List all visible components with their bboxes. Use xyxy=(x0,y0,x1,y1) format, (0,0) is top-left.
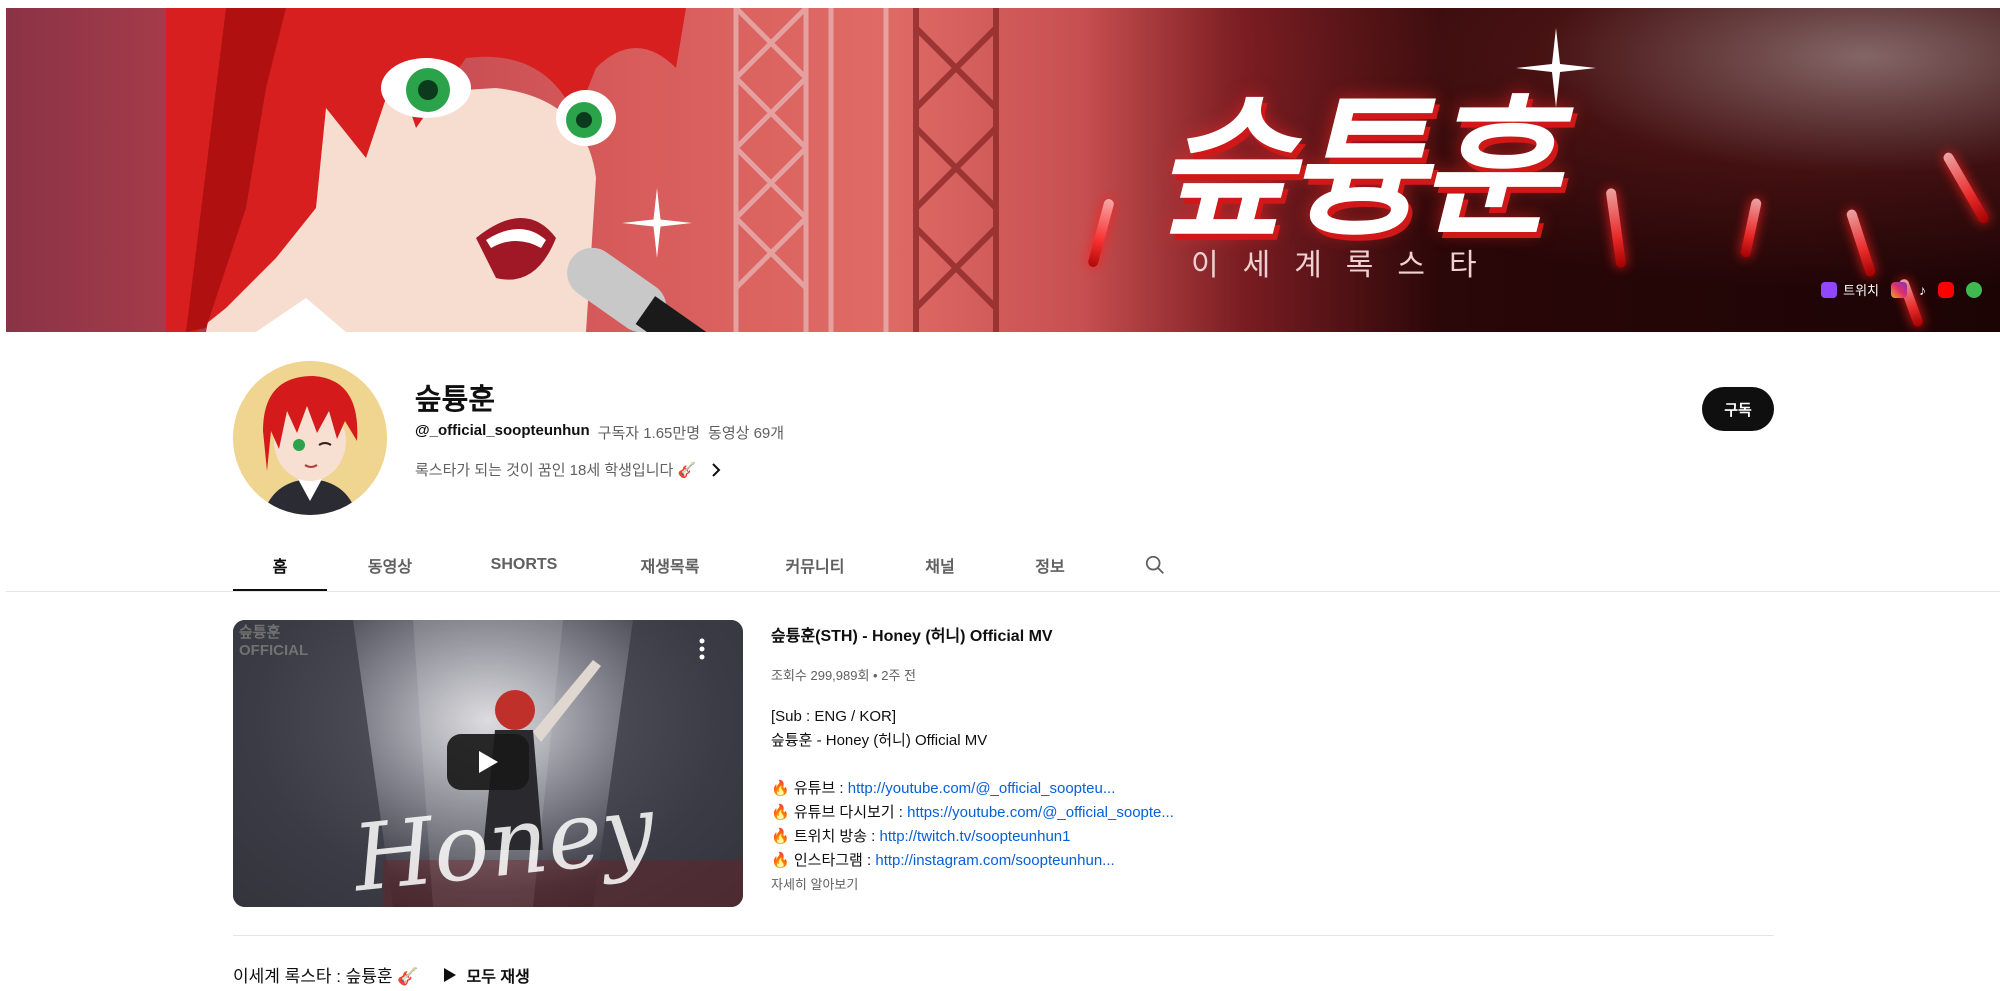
tab-playlists[interactable]: 재생목록 xyxy=(595,538,745,592)
play-all-button[interactable]: 모두 재생 xyxy=(443,963,530,987)
chevron-right-icon xyxy=(712,462,721,477)
tabs-divider xyxy=(6,591,2000,592)
tab-about[interactable]: 정보 xyxy=(995,538,1105,592)
instagram-link[interactable]: http://instagram.com/soopteunhun... xyxy=(875,852,1114,869)
twitch-icon xyxy=(1821,281,1838,298)
banner-link-youtube[interactable] xyxy=(1938,281,1954,298)
banner-link-twitch[interactable]: 트위치 xyxy=(1821,280,1879,299)
instagram-icon xyxy=(1891,281,1907,298)
read-more-link[interactable]: 자세히 알아보기 xyxy=(771,873,1174,897)
channel-name: 슾튱훈 xyxy=(415,384,496,416)
subscribe-button[interactable]: 구독 xyxy=(1702,387,1774,431)
tiktok-icon: ♪ xyxy=(1919,281,1926,298)
channel-banner: 슾튱훈 이세계록스타 트위치 ♪ xyxy=(6,8,2000,332)
desc-line: 🔥 유튜브 다시보기 : https://youtube.com/@_offic… xyxy=(771,804,1174,821)
subscriber-count: 구독자 1.65만명 xyxy=(597,425,701,442)
desc-line: 🔥 유튜브 : http://youtube.com/@_official_so… xyxy=(771,780,1116,797)
youtube-icon xyxy=(1938,281,1954,298)
youtube-link[interactable]: http://youtube.com/@_official_soopteu... xyxy=(848,780,1116,797)
featured-video-title[interactable]: 슾튱훈(STH) - Honey (허니) Official MV xyxy=(771,622,1053,646)
channel-tabs: 홈 동영상 SHORTS 재생목록 커뮤니티 채널 정보 xyxy=(233,538,1205,592)
twitch-link[interactable]: http://twitch.tv/soopteunhun1 xyxy=(880,828,1071,845)
tab-community[interactable]: 커뮤니티 xyxy=(745,538,885,592)
banner-logo-subtitle: 이세계록스타 xyxy=(1191,248,1501,283)
video-count: 동영상 69개 xyxy=(708,425,785,442)
play-icon xyxy=(443,967,456,982)
banner-links: 트위치 ♪ xyxy=(1821,280,1982,299)
section-divider xyxy=(233,935,1774,936)
apple-icon xyxy=(1966,281,1982,298)
play-all-label: 모두 재생 xyxy=(466,968,530,986)
tab-channels[interactable]: 채널 xyxy=(885,538,995,592)
featured-video-description: [Sub : ENG / KOR] 슾튱훈 - Honey (허니) Offic… xyxy=(771,705,1174,897)
banner-link-apple[interactable] xyxy=(1966,281,1982,298)
desc-line: 슾튱훈 - Honey (허니) Official MV xyxy=(771,732,988,749)
featured-video-player[interactable]: 슾튱훈 OFFICIAL Honey xyxy=(233,620,743,907)
banner-link-tiktok[interactable]: ♪ xyxy=(1919,282,1926,298)
desc-line: 🔥 인스타그램 : http://instagram.com/soopteunh… xyxy=(771,852,1115,869)
shelf-title[interactable]: 이세계 록스타 : 슾튱훈 🎸 xyxy=(233,962,419,987)
playlist-shelf-header: 이세계 록스타 : 슾튱훈 🎸 모두 재생 xyxy=(233,962,530,987)
banner-logo-title: 슾튱훈 xyxy=(1156,83,1558,257)
play-icon xyxy=(479,751,498,773)
character-illustration xyxy=(166,8,754,332)
channel-handle: @_official_soopteunhun xyxy=(415,422,590,439)
sparkle-icon xyxy=(622,188,692,258)
play-button[interactable] xyxy=(447,734,529,790)
channel-description[interactable]: 록스타가 되는 것이 꿈인 18세 학생입니다 🎸 xyxy=(415,459,722,480)
desc-line: [Sub : ENG / KOR] xyxy=(771,708,897,725)
banner-link-label: 트위치 xyxy=(1843,283,1879,298)
stage-truss-dark-graphic xyxy=(913,8,999,332)
channel-description-text: 록스타가 되는 것이 꿈인 18세 학생입니다 🎸 xyxy=(415,462,697,479)
featured-video-stats: 조회수 299,989회 • 2주 전 xyxy=(771,668,916,683)
tab-home[interactable]: 홈 xyxy=(233,538,327,592)
banner-link-instagram[interactable] xyxy=(1891,281,1907,298)
channel-avatar[interactable] xyxy=(233,361,387,515)
tab-search[interactable] xyxy=(1105,538,1205,592)
video-watermark: 슾튱훈 OFFICIAL xyxy=(239,624,309,659)
desc-line xyxy=(771,753,1174,777)
channel-meta: @_official_soopteunhun 구독자 1.65만명 동영상 69… xyxy=(415,422,784,443)
youtube-replay-link[interactable]: https://youtube.com/@_official_soopte... xyxy=(907,804,1174,821)
search-icon xyxy=(1145,555,1164,574)
more-options-icon[interactable] xyxy=(699,638,705,665)
tab-videos[interactable]: 동영상 xyxy=(327,538,453,592)
desc-line: 🔥 트위치 방송 : http://twitch.tv/soopteunhun1 xyxy=(771,828,1071,845)
tab-shorts[interactable]: SHORTS xyxy=(453,538,595,592)
